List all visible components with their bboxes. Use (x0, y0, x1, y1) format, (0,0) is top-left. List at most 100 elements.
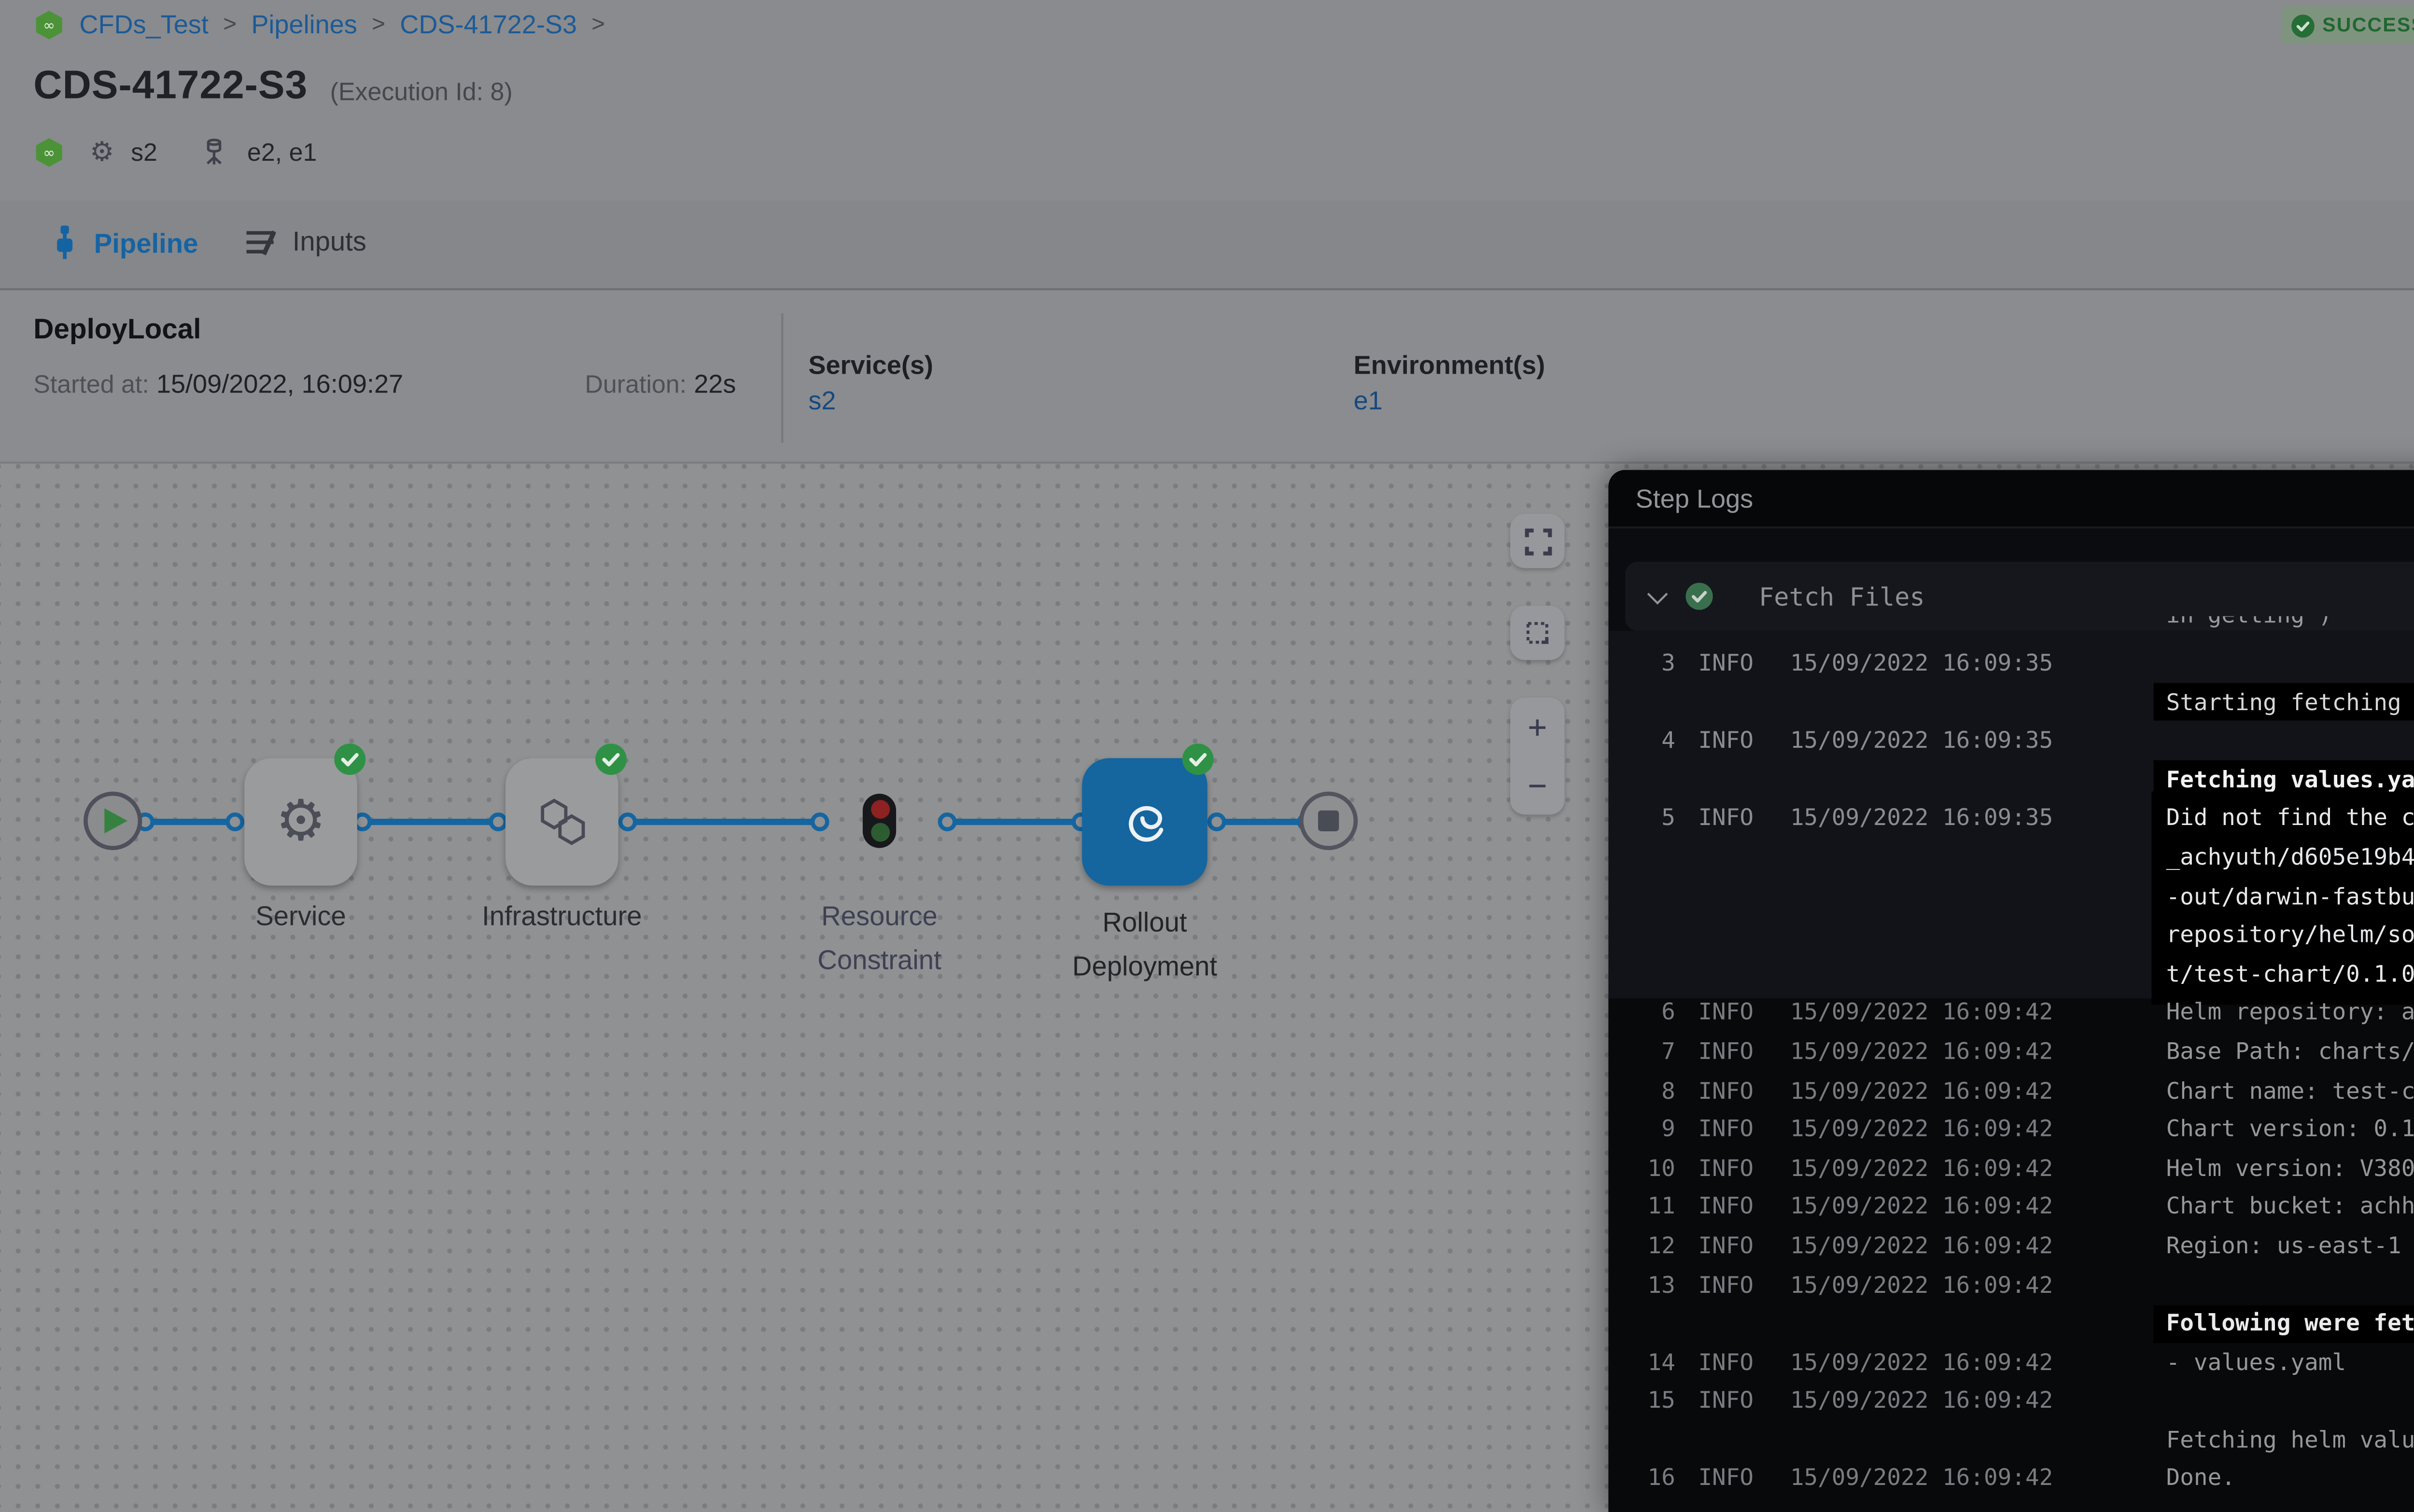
edge (946, 819, 1080, 824)
node-service[interactable]: ⚙ (244, 758, 357, 886)
step-logs-panel: Step Logs Console View Fetch Files ↑ ↓ 9… (1608, 470, 2414, 1512)
tab-inputs[interactable]: Inputs (244, 225, 366, 257)
edge-port (937, 812, 955, 831)
log-timestamp: 15/09/2022 16:09:42 (1790, 1189, 2053, 1228)
log-message: Helm version: V380 (2166, 1150, 2414, 1189)
fullscreen-icon (1524, 527, 1551, 554)
log-timestamp: 15/09/2022 16:09:42 (1790, 1461, 2053, 1499)
tab-pipeline[interactable]: Pipeline (52, 225, 198, 261)
node-infrastructure[interactable] (505, 758, 618, 886)
breadcrumb-pipeline[interactable]: CDS-41722-S3 (400, 9, 577, 39)
node-label: Rollout Deployment (1040, 900, 1249, 988)
log-panel-title: Step Logs (1636, 484, 1754, 513)
node-label: Service (217, 900, 384, 932)
fullscreen-button[interactable] (1510, 514, 1564, 568)
zoom-out-button[interactable]: − (1510, 756, 1564, 814)
service-link[interactable]: s2 (808, 386, 836, 416)
log-line-number: 8 (1621, 1073, 1675, 1111)
execution-page: ∞ CFDs_Test > Pipelines > CDS-41722-S3 >… (0, 0, 2414, 1512)
chevron-down-icon (1647, 583, 1668, 603)
zoom-in-button[interactable]: + (1510, 698, 1564, 756)
page-title: CDS-41722-S3 (33, 65, 308, 111)
stage-summary: DeployLocal Started at: 15/09/2022, 16:0… (0, 290, 2414, 463)
log-section-title: Fetch Files (1759, 582, 1925, 611)
inputs-icon (244, 226, 276, 256)
log-level: INFO (1698, 995, 1754, 1034)
breadcrumb-project[interactable]: CFDs_Test (79, 9, 209, 39)
stop-icon (1318, 811, 1339, 831)
log-message: Following were fetched successfully : (2166, 1267, 2414, 1344)
log-line-number: 15 (1621, 1383, 1675, 1422)
log-message: Chart bucket: achhelmbucket (2166, 1189, 2414, 1228)
success-check-icon (1182, 743, 1214, 775)
edge (361, 819, 497, 824)
log-timestamp: 15/09/2022 16:09:42 (1790, 1111, 2053, 1150)
log-timestamp: 15/09/2022 16:09:42 (1790, 1150, 2053, 1189)
fit-to-screen-icon (1524, 619, 1551, 646)
divider (781, 313, 783, 443)
edge-port (810, 812, 828, 831)
traffic-light-red (870, 800, 889, 819)
log-message: - values.yaml (2166, 1344, 2414, 1383)
log-entry: 15 INFO 15/09/2022 16:09:42 Fetching hel… (1608, 1383, 2414, 1461)
node-rollout-deployment[interactable] (1082, 758, 1207, 886)
infrastructure-icon (535, 796, 589, 848)
success-check-icon (595, 743, 627, 775)
log-entry: 8 INFO 15/09/2022 16:09:42 Chart name: t… (1608, 1073, 2414, 1111)
log-level: INFO (1698, 1461, 1754, 1499)
node-label: Infrastructure (458, 900, 667, 932)
log-entry: 9 INFO 15/09/2022 16:09:42 Chart version… (1608, 1111, 2414, 1150)
log-entry: 12 INFO 15/09/2022 16:09:42 Region: us-e… (1608, 1228, 2414, 1267)
step-success-icon (1686, 583, 1713, 610)
log-line-number: 10 (1621, 1150, 1675, 1189)
duration-value: 22s (694, 370, 736, 399)
node-resource-constraint[interactable] (863, 794, 896, 848)
edge-port (488, 812, 506, 831)
end-node[interactable] (1299, 792, 1358, 850)
log-line-number: 11 (1621, 1189, 1675, 1228)
environment-link[interactable]: e1 (1354, 386, 1383, 416)
log-line-number: 16 (1621, 1461, 1675, 1499)
node-label: Resource Constraint (796, 894, 963, 982)
log-timestamp: 15/09/2022 16:09:35 (1790, 801, 2053, 840)
environment-tag: e2, e1 (247, 138, 317, 168)
tab-inputs-label: Inputs (293, 225, 366, 257)
log-line-number: 5 (1621, 801, 1675, 840)
log-timestamp: 15/09/2022 16:09:35 (1790, 645, 2053, 684)
log-level: INFO (1698, 1111, 1754, 1150)
log-level: INFO (1698, 1150, 1754, 1189)
log-message: Fetching helm values completed successfu… (2166, 1383, 2414, 1461)
log-line-number: 9 (1621, 1111, 1675, 1150)
log-message: Starting fetching Helm values (2166, 645, 2414, 723)
edge-port (617, 812, 636, 831)
log-message: Base Path: charts/ (2166, 1034, 2414, 1072)
start-node[interactable] (84, 792, 142, 850)
log-entry: 7 INFO 15/09/2022 16:09:42 Base Path: ch… (1608, 1034, 2414, 1072)
helm-rollout-icon (1122, 799, 1167, 845)
log-entry: 5 INFO 15/09/2022 16:09:35 Did not find … (1608, 801, 2414, 995)
edge-port (1207, 812, 1225, 831)
started-label: Started at: (33, 370, 149, 399)
log-entry: 16 INFO 15/09/2022 16:09:42 Done. (1608, 1461, 2414, 1499)
log-message: Fetching values.yaml from helm chart rep… (2166, 723, 2414, 801)
log-level: INFO (1698, 1189, 1754, 1228)
log-level: INFO (1698, 723, 1754, 762)
execution-meta: ∞ ⚙ s2 e2, e1 (33, 134, 317, 171)
log-clipped-line: in getting ) (2166, 616, 2414, 630)
tab-pipeline-label: Pipeline (94, 228, 198, 259)
edge-port (225, 812, 243, 831)
duration-label: Duration: (585, 370, 687, 399)
log-timestamp: 15/09/2022 16:09:42 (1790, 1073, 2053, 1111)
log-level: INFO (1698, 1383, 1754, 1422)
log-level: INFO (1698, 645, 1754, 684)
log-line-number: 14 (1621, 1344, 1675, 1383)
fit-to-screen-button[interactable] (1510, 606, 1564, 660)
log-timestamp: 15/09/2022 16:09:42 (1790, 1383, 2053, 1422)
breadcrumb-pipelines[interactable]: Pipelines (251, 9, 357, 39)
log-message: Chart version: 0.1.0 (2166, 1111, 2414, 1150)
cd-module-icon: ∞ (33, 136, 65, 169)
log-timestamp: 15/09/2022 16:09:42 (1790, 1344, 2053, 1383)
gear-icon: ⚙ (276, 794, 326, 850)
log-message: Did not find the chart and version in lo… (2166, 801, 2414, 995)
success-check-icon (2291, 14, 2314, 37)
